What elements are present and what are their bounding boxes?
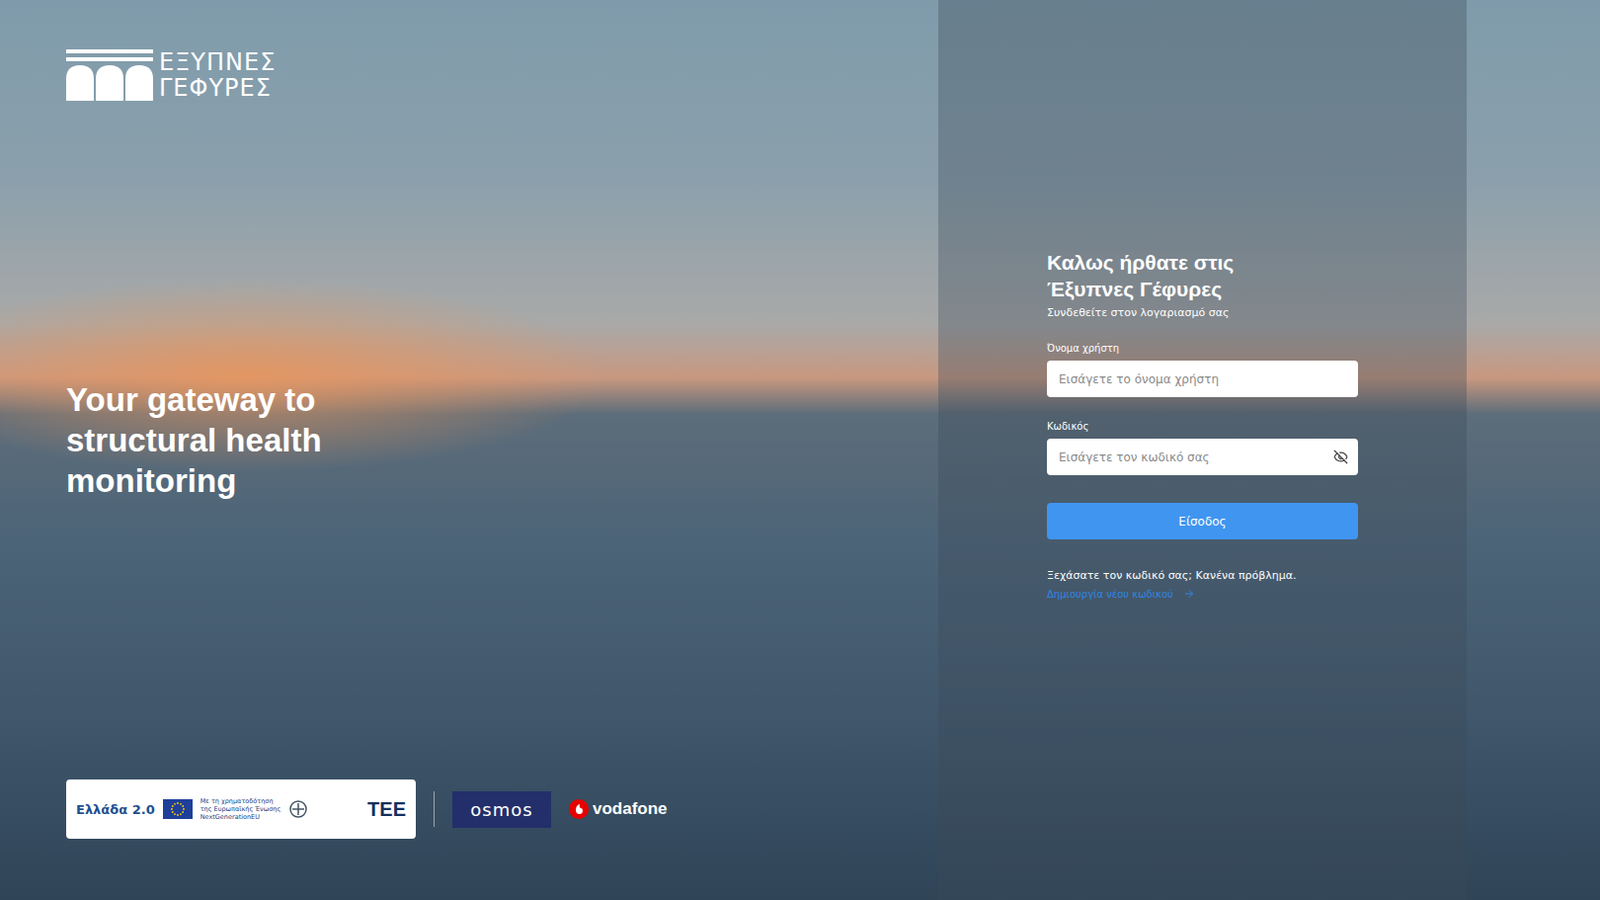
eu-flag-icon [162, 799, 193, 819]
reset-password-link[interactable]: Δημιουργία νέου κωδικού [1046, 587, 1359, 600]
login-button[interactable]: Είσοδος [1046, 502, 1359, 540]
field-label: Όνομα χρήστη [1046, 342, 1359, 354]
form-field: Κωδικός [1046, 420, 1359, 476]
form-field: Όνομα χρήστη [1046, 342, 1359, 398]
vodafone-logo: vodafone [568, 799, 668, 819]
eye-off-icon[interactable] [1333, 449, 1349, 465]
tee-logo: ΤΕΕ [367, 798, 406, 821]
hero-column: ΕΞΥΠΝΕΣΓΕΦΥΡΕΣ Your gateway tostructural … [0, 0, 939, 900]
eu-funding-text: Με τη χρηματοδότησητης Ευρωπαϊκής Ένωσης… [200, 797, 282, 821]
greece-2-logo: Ελλάδα 2.0 [76, 801, 156, 817]
vodafone-logo-icon [568, 799, 589, 819]
login-title: Καλως ήρθατε στιςΈξυπνες Γέφυρες [1046, 248, 1359, 303]
login-subtitle: Συνδεθείτε στον λογαριασμό σας [1046, 306, 1359, 320]
tagline: Your gateway tostructural healthmonitori… [66, 379, 939, 501]
field-label: Κωδικός [1046, 420, 1359, 432]
forgot-text: Ξεχάσατε τον κωδικό σας; Κανένα πρόβλημα… [1046, 568, 1359, 582]
input-box [1046, 438, 1359, 476]
logo-text: ΕΞΥΠΝΕΣΓΕΦΥΡΕΣ [159, 49, 276, 101]
brand-logo: ΕΞΥΠΝΕΣΓΕΦΥΡΕΣ [66, 49, 939, 101]
input-box [1046, 360, 1359, 398]
funding-logos: Ελλάδα 2.0 Με τη χρηματοδότησητης Ευρωπαϊ… [66, 779, 416, 839]
osmos-logo: osmos [452, 791, 552, 828]
password-input[interactable] [1056, 449, 1334, 466]
logo-divider [433, 791, 435, 827]
sponsor-row: Ελλάδα 2.0 Με τη χρηματοδότησητης Ευρωπαϊ… [66, 779, 939, 839]
bridge-arches-icon [66, 49, 154, 101]
username-input[interactable] [1056, 371, 1349, 388]
arrow-right-icon [1183, 587, 1196, 600]
ministry-emblem-icon [288, 799, 309, 819]
login-panel: Καλως ήρθατε στιςΈξυπνες Γέφυρες Συνδεθεί… [938, 0, 1467, 900]
background-right [1466, 0, 1600, 900]
background-photo: ΕΞΥΠΝΕΣΓΕΦΥΡΕΣ Your gateway tostructural … [0, 0, 1600, 900]
